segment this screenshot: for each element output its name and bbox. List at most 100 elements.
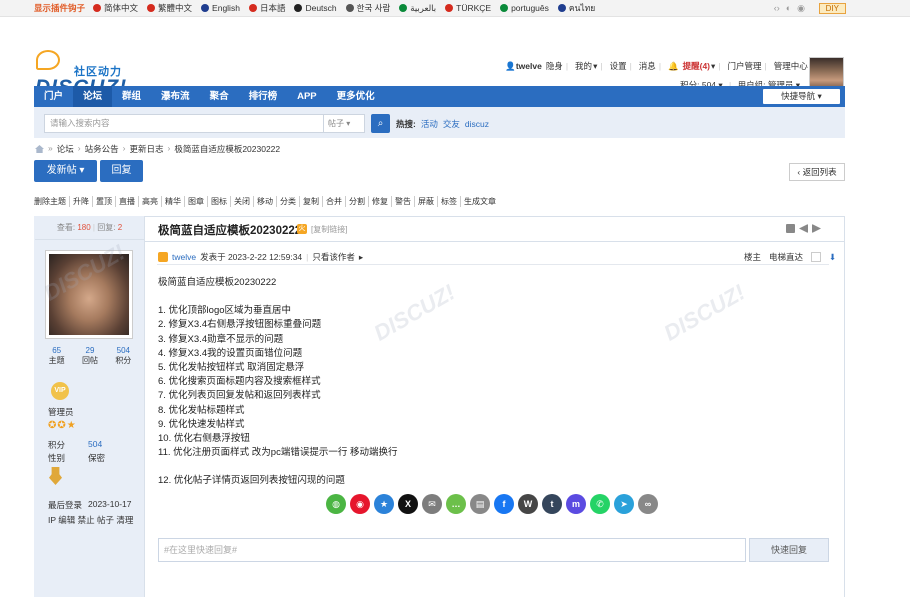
nav-item-7[interactable]: 更多优化 — [327, 86, 385, 107]
wechat-icon[interactable]: ◍ — [326, 494, 346, 514]
whatsapp-icon[interactable]: ✆ — [590, 494, 610, 514]
breadcrumb-item[interactable]: 更新日志 — [129, 143, 163, 155]
telegram-icon[interactable]: ➤ — [614, 494, 634, 514]
breadcrumb-item[interactable]: 站务公告 — [85, 143, 119, 155]
author-avatar[interactable] — [45, 250, 133, 339]
mod-action[interactable]: 分类 — [277, 196, 300, 207]
flag-icon — [500, 4, 509, 12]
mod-action[interactable]: 图章 — [185, 196, 208, 207]
lang-1[interactable]: 繁體中文 — [147, 1, 192, 15]
author-role[interactable]: 管理员 — [48, 406, 74, 418]
author-count[interactable]: 65 主题 — [49, 346, 65, 366]
back-to-list-button[interactable]: ‹ 返回列表 — [789, 163, 845, 181]
wordpress-icon[interactable]: W — [518, 494, 538, 514]
nav-item-0[interactable]: 门户 — [34, 86, 73, 107]
lang-0[interactable]: 简体中文 — [93, 1, 138, 15]
mod-action[interactable]: 警告 — [392, 196, 415, 207]
content-line: 4. 修复X3.4我的设置页面错位问题 — [158, 347, 303, 359]
mod-action[interactable]: 合并 — [323, 196, 346, 207]
my-menu[interactable]: 我的 — [575, 60, 592, 72]
messages-link[interactable]: 消息 — [639, 60, 656, 72]
author-count[interactable]: 29 回帖 — [82, 346, 98, 366]
alert-link[interactable]: 提醒(4) — [683, 60, 710, 72]
email-icon[interactable]: ✉ — [422, 494, 442, 514]
mod-action[interactable]: 复制 — [300, 196, 323, 207]
new-post-button[interactable]: 发新帖 ▾ — [34, 160, 97, 182]
down-arrow-icon[interactable]: ⬇ — [829, 252, 836, 263]
stealth-link[interactable]: 隐身 — [546, 60, 563, 72]
mod-action[interactable]: 精华 — [162, 196, 185, 207]
search-button[interactable]: ⌕ — [371, 114, 390, 133]
facebook-icon[interactable]: f — [494, 494, 514, 514]
theme-icon[interactable]: ◐ — [786, 3, 791, 14]
nav-item-1[interactable]: 论坛 — [73, 86, 113, 107]
copy-link[interactable]: [复制链接] — [311, 224, 347, 235]
nav-item-3[interactable]: 瀑布流 — [151, 86, 200, 107]
mod-action[interactable]: 标签 — [438, 196, 461, 207]
mod-action[interactable]: 分割 — [346, 196, 369, 207]
weibo-icon[interactable]: ◉ — [350, 494, 370, 514]
author-link[interactable]: twelve — [172, 252, 196, 262]
reply-button[interactable]: 回复 — [100, 160, 143, 182]
next-thread-icon[interactable] — [812, 224, 821, 233]
diy-button[interactable]: DIY — [818, 3, 846, 14]
admin-links[interactable]: IP 编辑 禁止 帖子 清理 — [48, 514, 133, 526]
mod-action[interactable]: 删除主题 — [34, 196, 70, 207]
mod-action[interactable]: 置顶 — [93, 196, 116, 207]
lang-4[interactable]: Deutsch — [294, 1, 337, 15]
breadcrumb-item[interactable]: 论坛 — [57, 143, 74, 155]
copy-link-icon[interactable]: ∞ — [638, 494, 658, 514]
admin-center-link[interactable]: 管理中心 — [774, 60, 808, 72]
hot-link[interactable]: 交友 — [443, 119, 460, 129]
hot-link[interactable]: discuz — [465, 119, 489, 129]
mod-action[interactable]: 生成文章 — [461, 196, 499, 207]
username-link[interactable]: twelve — [516, 61, 542, 71]
lang-5[interactable]: 한국 사람 — [345, 1, 390, 15]
quick-nav-button[interactable]: 快捷导航 ▾ — [763, 89, 840, 104]
mastodon-icon[interactable]: m — [566, 494, 586, 514]
prev-thread-icon[interactable] — [799, 224, 808, 233]
mod-action[interactable]: 屏蔽 — [415, 196, 438, 207]
nav-item-4[interactable]: 聚合 — [200, 86, 239, 107]
floor-input[interactable] — [811, 252, 822, 262]
mod-action[interactable]: 移动 — [254, 196, 277, 207]
nav-item-2[interactable]: 群组 — [112, 86, 151, 107]
breadcrumb-item[interactable]: 极简蓝自适应模板20230222 — [174, 143, 280, 155]
x-icon[interactable]: X — [398, 494, 418, 514]
nav-item-5[interactable]: 排行榜 — [239, 86, 288, 107]
tumblr-icon[interactable]: t — [542, 494, 562, 514]
elevator-link[interactable]: 电梯直达 — [769, 251, 803, 263]
quick-reply-button[interactable]: 快速回复 — [749, 538, 829, 562]
hot-link[interactable]: 活动 — [421, 119, 438, 129]
home-icon[interactable] — [35, 145, 44, 153]
lang-8[interactable]: português — [500, 1, 549, 15]
mod-action[interactable]: 直播 — [116, 196, 139, 207]
nav-item-6[interactable]: APP — [287, 86, 327, 107]
print-icon[interactable] — [786, 224, 795, 233]
search-type-select[interactable]: 帖子 ▾ — [324, 114, 365, 133]
mod-action[interactable]: 图标 — [208, 196, 231, 207]
count-value: 29 — [85, 346, 95, 355]
sms-icon[interactable]: … — [446, 494, 466, 514]
mod-action[interactable]: 修复 — [369, 196, 392, 207]
portal-admin-link[interactable]: 门户管理 — [728, 60, 762, 72]
user-bar: 👤 twelve 隐身 | 我的 ▾ | 设置 | 消息 | 🔔 提醒(4) ▾ | 门户管理… — [501, 60, 837, 72]
lang-3[interactable]: 日本語 — [248, 1, 285, 15]
style-icon[interactable]: ◉ — [797, 3, 805, 14]
mod-action[interactable]: 高亮 — [139, 196, 162, 207]
plugin-hook-toggle[interactable]: 显示插件钩子 — [34, 2, 85, 14]
author-count[interactable]: 504 积分 — [115, 346, 131, 366]
print-icon[interactable]: ▤ — [470, 494, 490, 514]
lang-9[interactable]: คนไทย — [557, 1, 595, 15]
mod-action[interactable]: 升降 — [70, 196, 93, 207]
only-author-link[interactable]: 只看该作者 — [312, 251, 355, 263]
lang-2[interactable]: English — [201, 1, 240, 15]
settings-link[interactable]: 设置 — [610, 60, 627, 72]
code-icon[interactable]: ‹› — [774, 3, 780, 14]
lang-7[interactable]: TÜRKÇE — [445, 1, 491, 15]
search-input[interactable]: 请输入搜索内容 — [44, 114, 324, 133]
quick-reply-input[interactable]: #在这里快速回复# — [158, 538, 746, 562]
qzone-icon[interactable]: ★ — [374, 494, 394, 514]
mod-action[interactable]: 关闭 — [231, 196, 254, 207]
lang-6[interactable]: بالعربية — [399, 1, 436, 15]
